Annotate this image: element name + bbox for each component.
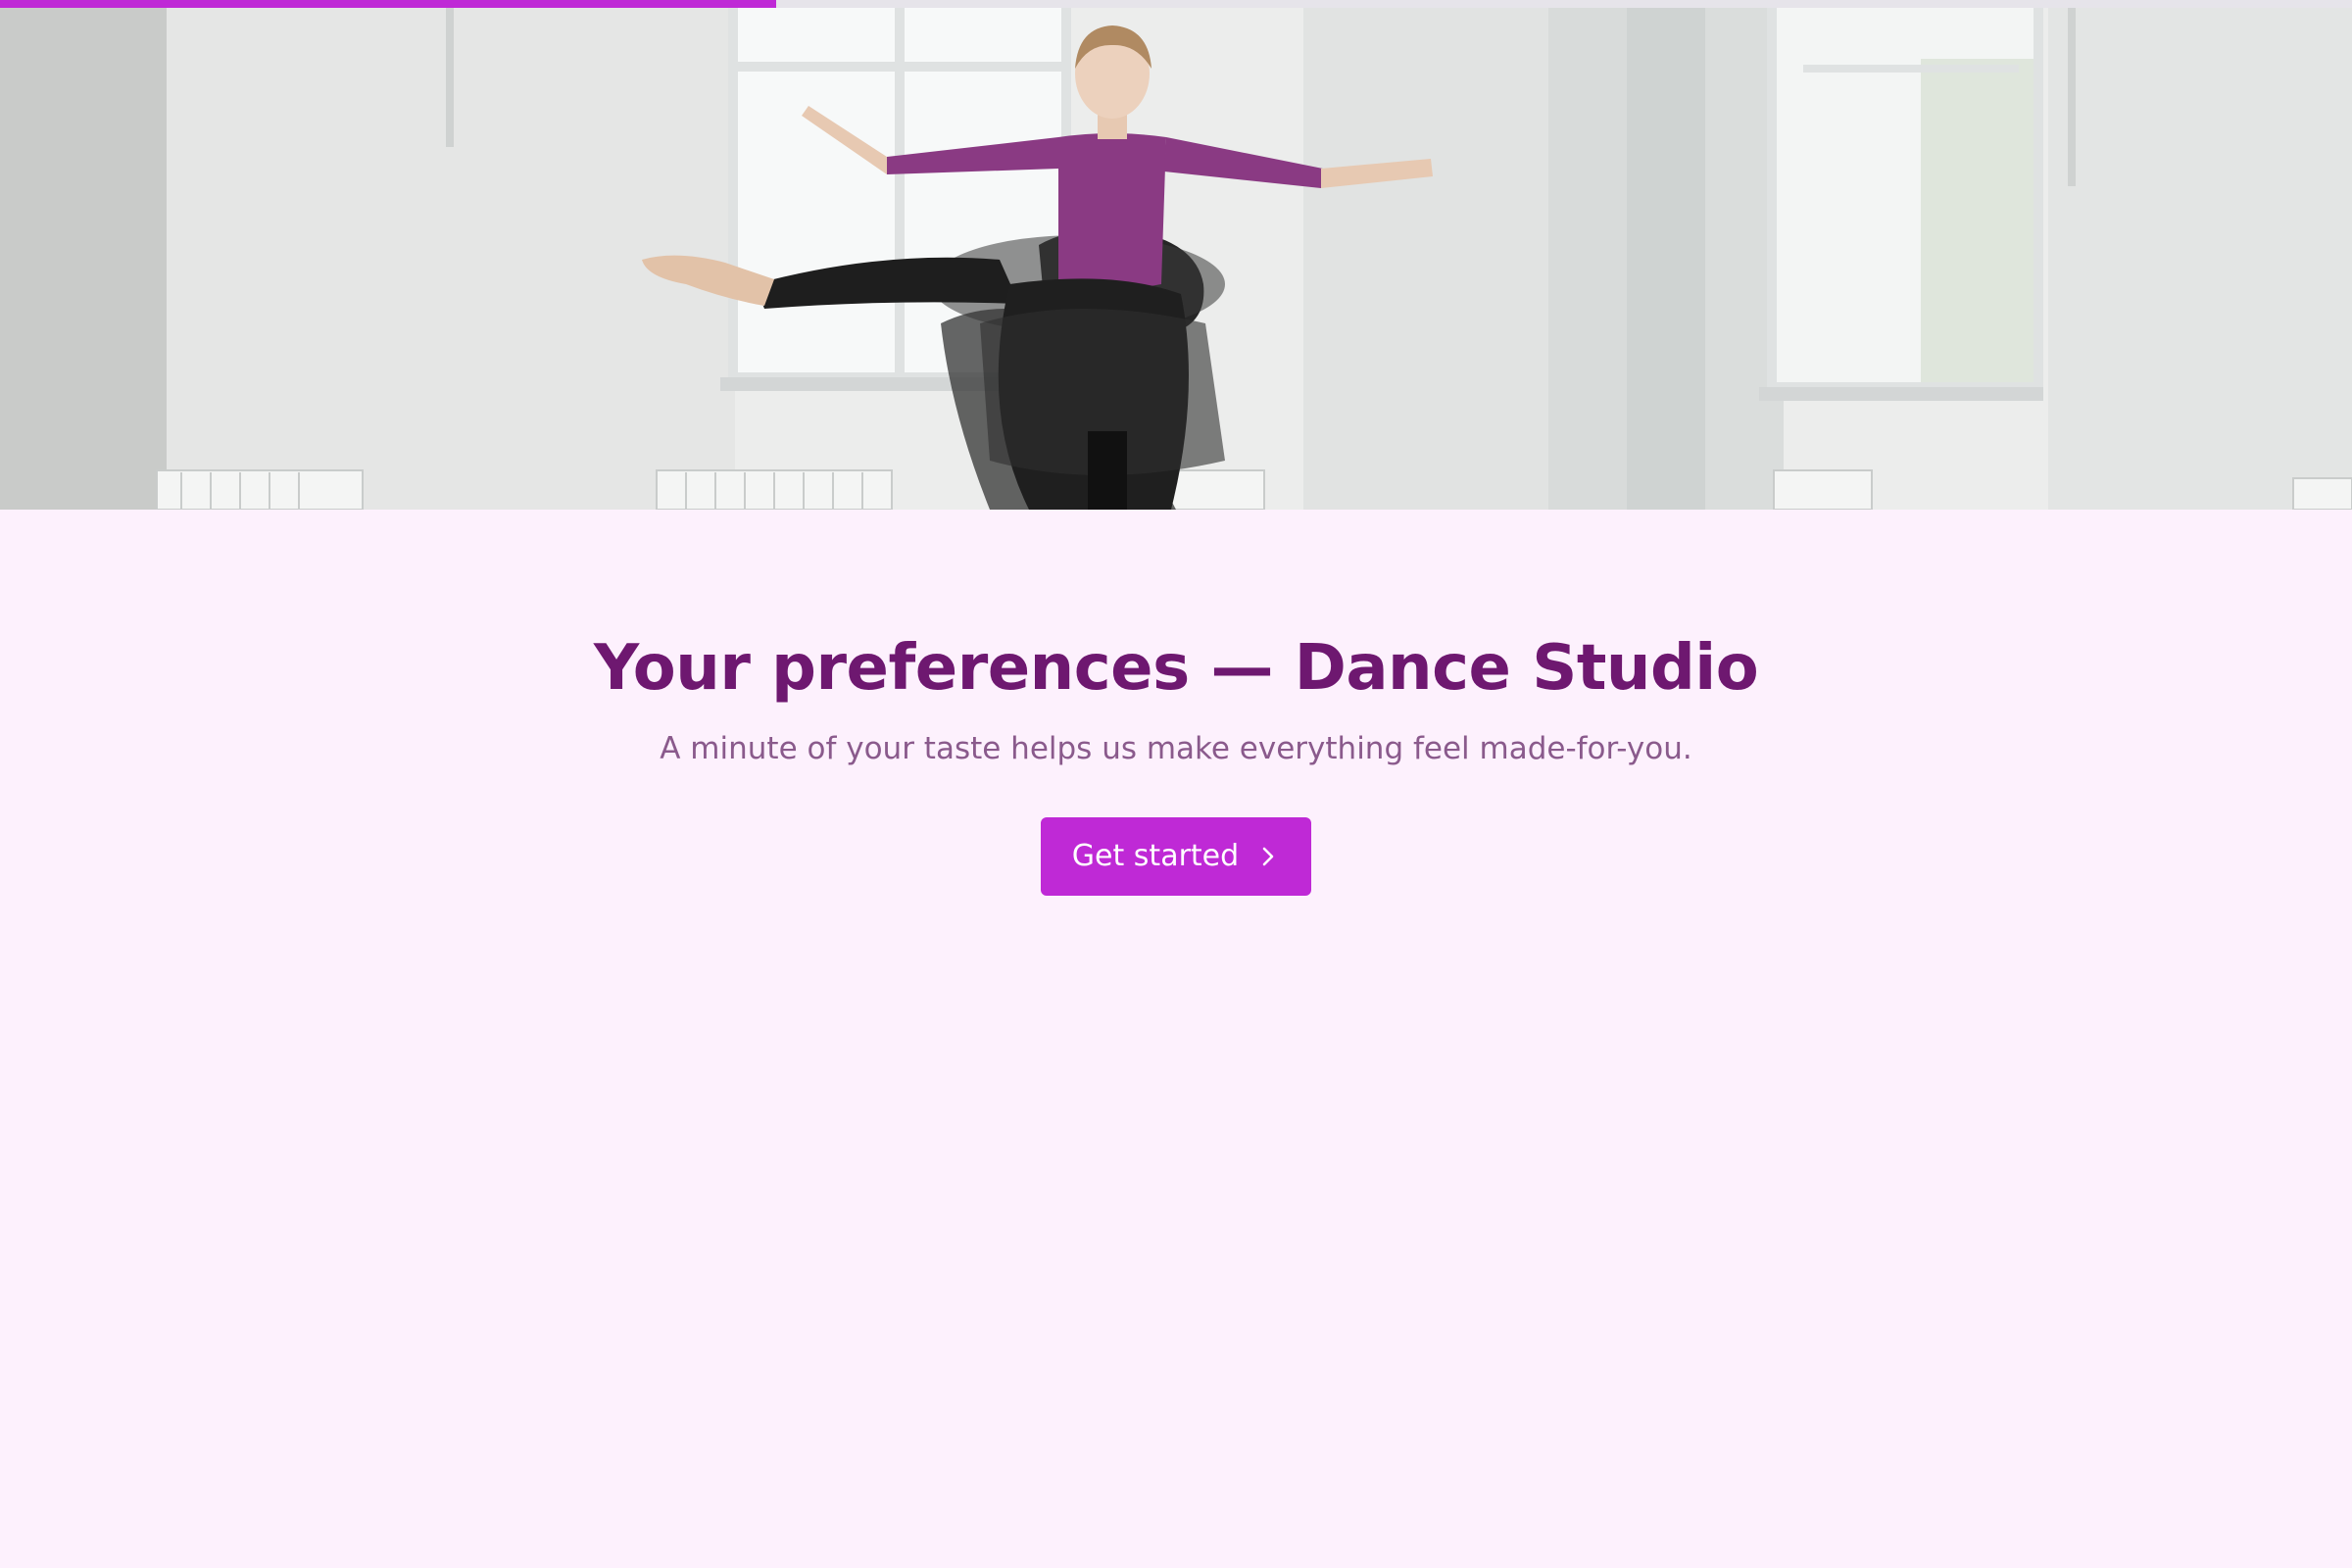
get-started-button[interactable]: Get started	[1040, 816, 1312, 896]
intro-content: Your preferences — Dance Studio A minute…	[0, 510, 2352, 896]
get-started-label: Get started	[1071, 839, 1240, 874]
preferences-intro-page: Your preferences — Dance Studio A minute…	[0, 0, 2352, 1568]
progress-bar-fill	[0, 0, 776, 8]
hero-image	[0, 0, 2352, 510]
dance-studio-illustration	[0, 0, 2352, 510]
progress-bar	[0, 0, 2352, 8]
page-title: Your preferences — Dance Studio	[593, 632, 1759, 705]
chevron-right-icon	[1260, 845, 1276, 868]
page-subtitle: A minute of your taste helps us make eve…	[660, 730, 1692, 766]
